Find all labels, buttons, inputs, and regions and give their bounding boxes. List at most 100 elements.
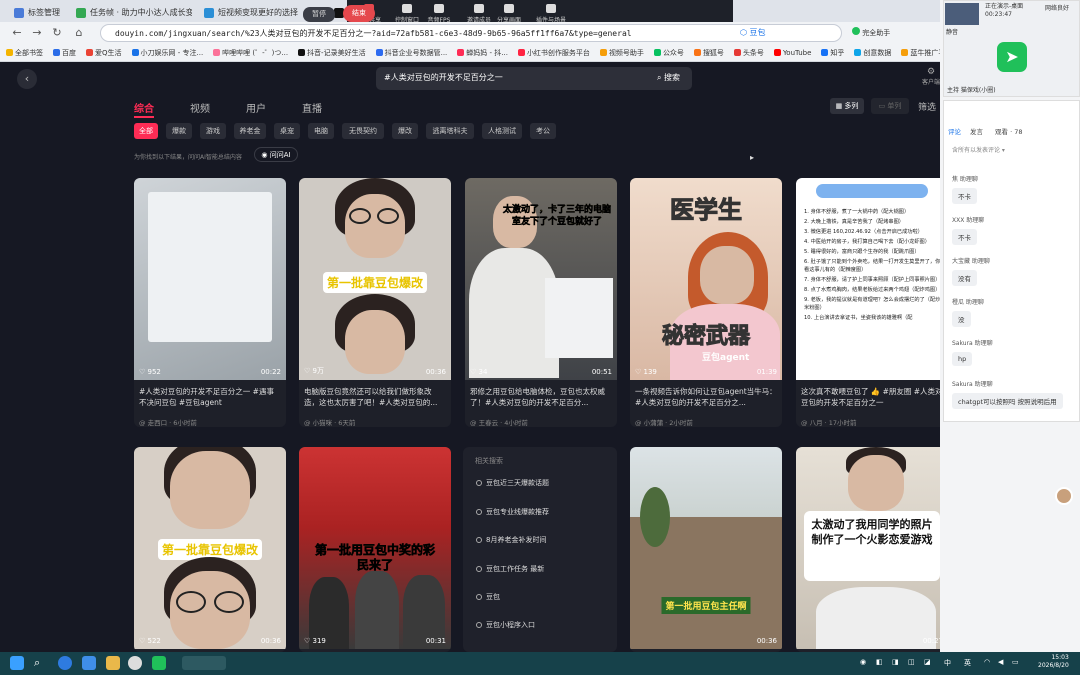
chip[interactable]: 爆改 — [392, 123, 418, 139]
chip[interactable]: 逃离塔科夫 — [426, 123, 474, 139]
filter-button[interactable]: 筛选 — [918, 100, 936, 113]
tab-live[interactable]: 直播 — [302, 100, 322, 115]
browser-tab[interactable]: 任务帧 · 助力中小达人成长变现 — [68, 3, 192, 22]
related-search-item[interactable]: 豆包 — [476, 592, 500, 602]
chat-filter[interactable]: 含所有以发表评论 ▾ — [952, 145, 1005, 154]
back-icon[interactable]: ‹ — [17, 69, 37, 89]
bookmark-item[interactable]: 搜狐号 — [693, 48, 724, 58]
search-button[interactable]: ⌕ 搜索 — [657, 72, 680, 83]
tray-icon[interactable]: ◨ — [892, 658, 899, 666]
video-card[interactable]: 第一批用豆包主任啊 00:36 — [630, 447, 782, 652]
tab-user[interactable]: 用户 — [246, 100, 266, 115]
chip-all[interactable]: 全部 — [134, 123, 158, 139]
related-search-item[interactable]: 豆包工作任务 最新 — [476, 564, 544, 574]
bookmark-item[interactable]: 视频号助手 — [599, 48, 644, 58]
search-icon[interactable]: ⌕ — [34, 656, 48, 670]
volume-icon[interactable]: ◀ — [998, 658, 1003, 666]
tab-viewers[interactable]: 观看 · 78 — [995, 126, 1022, 136]
bookmark-item[interactable]: 公众号 — [653, 48, 684, 58]
tray-icon[interactable]: ◉ — [860, 658, 866, 666]
app-icon[interactable] — [82, 656, 96, 670]
share-screen-button[interactable]: 分享画面 — [491, 4, 527, 24]
bookmark-item[interactable]: 蓝牛推广平台 — [901, 48, 940, 58]
bookmark-item[interactable]: 小刀娱乐网 - 专注... — [131, 48, 203, 58]
client-button[interactable]: ⚙ 客户端 — [922, 67, 940, 86]
bookmark-item[interactable]: 哔哩哔哩 (゜-゜)つ... — [213, 48, 288, 58]
tab-comprehensive[interactable]: 综合 — [134, 100, 154, 115]
video-card[interactable]: 第一批靠豆包爆改 ♡ 522 00:36 — [134, 447, 286, 652]
video-card[interactable]: 太激动了，卡了三年的电脑室友下了个豆包就好了 ♡ 34 00:51 邪修之用豆包… — [465, 178, 617, 427]
related-search-item[interactable]: 8月养老金补发时间 — [476, 535, 546, 545]
bookmark-item[interactable]: 全部书签 — [6, 48, 43, 58]
app-icon[interactable] — [128, 656, 142, 670]
single-column-button[interactable]: ▭ 单列 — [871, 98, 909, 114]
invite-icon — [474, 4, 484, 13]
reload-icon[interactable]: ↻ — [50, 26, 64, 40]
related-search-item[interactable]: 豆包专业线爆款推荐 — [476, 507, 549, 517]
active-tab-indicator — [134, 116, 154, 118]
tab-video[interactable]: 视频 — [190, 100, 210, 115]
chip[interactable]: 爆款 — [166, 123, 192, 139]
chip[interactable]: 游戏 — [200, 123, 226, 139]
video-thumbnail: 第一批用豆包主任啊 00:36 — [630, 447, 782, 649]
related-search-item[interactable]: 豆包小程序入口 — [476, 620, 535, 630]
bookmark-item[interactable]: 百度 — [53, 48, 76, 58]
bookmark-item[interactable]: 创意数据 — [854, 48, 891, 58]
chat-bubble — [816, 184, 928, 198]
profile-button[interactable]: 完全助手 — [852, 27, 890, 38]
related-search-item[interactable]: 豆包近三天爆款话题 — [476, 478, 549, 488]
control-window-button[interactable]: 控制窗口 — [389, 4, 425, 24]
tray-label[interactable]: 英 — [964, 658, 971, 668]
bookmark-item[interactable]: 抖音-记录美好生活 — [298, 48, 366, 58]
bookmark-item[interactable]: 知乎 — [821, 48, 844, 58]
plugins-button[interactable]: 插件与场景 — [533, 4, 569, 24]
browser-tab[interactable]: 标签管理 — [6, 3, 66, 22]
chip[interactable]: 桌宠 — [274, 123, 300, 139]
audio-fps-button[interactable]: 音频FPS — [421, 4, 457, 24]
video-card[interactable]: ♡ 952 00:22 #人类对豆包的开发不足百分之一 #遇事不决问豆包 #豆包… — [134, 178, 286, 427]
bookmark-item[interactable]: 爱Q生活 — [86, 48, 122, 58]
bookmark-item[interactable]: 抖音企业号数据管... — [375, 48, 447, 58]
back-arrow-icon[interactable]: ← — [10, 26, 24, 40]
chip[interactable]: 考公 — [530, 123, 556, 139]
bookmark-item[interactable]: 蝉妈妈 - 抖... — [457, 48, 508, 58]
running-app[interactable] — [182, 656, 226, 670]
bookmark-item[interactable]: 头条号 — [733, 48, 764, 58]
url-field[interactable]: douyin.com/jingxuan/search/%23人类对豆包的开发不足… — [100, 24, 842, 42]
floating-avatar[interactable] — [1055, 487, 1073, 505]
folder-icon[interactable] — [106, 656, 120, 670]
video-card[interactable]: 太激动了我用同学的照片制作了一个火影恋爱游戏 00:27 — [796, 447, 948, 652]
end-share-button[interactable]: 结束 — [343, 5, 375, 22]
multi-column-button[interactable]: ▦ 多列 — [830, 98, 864, 114]
tab-speak[interactable]: 发言 — [970, 126, 983, 136]
bookmark-label: 抖音-记录美好生活 — [307, 48, 366, 57]
chip[interactable]: 电脑 — [308, 123, 334, 139]
system-clock[interactable]: 15:03 2026/8/20 — [1038, 654, 1069, 670]
video-title: #人类对豆包的开发不足百分之一 #遇事不决问豆包 #豆包agent — [139, 387, 274, 407]
video-card[interactable]: 医学生 秘密武器 豆包agent ♡ 139 01:39 一条视频告诉你如何让豆… — [630, 178, 782, 427]
windows-start-icon[interactable] — [10, 656, 24, 670]
bookmark-item[interactable]: YouTube — [773, 49, 811, 57]
bookmark-item[interactable]: 小红书创作服务平台 — [517, 48, 590, 58]
wifi-icon[interactable]: ◠ — [984, 658, 990, 666]
chip[interactable]: 人格测试 — [482, 123, 522, 139]
doubao-extension[interactable]: ⬡ 豆包 — [740, 27, 766, 38]
chip[interactable]: 养老金 — [234, 123, 266, 139]
tray-icon[interactable]: ◧ — [876, 658, 883, 666]
home-icon[interactable]: ⌂ — [72, 26, 86, 40]
battery-icon[interactable]: ▭ — [1012, 658, 1019, 666]
browser-app-icon[interactable] — [58, 656, 72, 670]
video-card[interactable]: 第一批用豆包中奖的彩民来了 ♡ 319 00:31 — [299, 447, 451, 652]
tray-icon[interactable]: ◪ — [924, 658, 931, 666]
person — [355, 571, 399, 649]
ime-indicator[interactable]: 中 — [944, 658, 951, 668]
pause-button[interactable]: 暂停 — [303, 7, 335, 22]
tray-icon[interactable]: ◫ — [908, 658, 915, 666]
video-card[interactable]: 第一批靠豆包爆改 ♡ 9万 00:36 电脑版豆包竟然还可以给我们做形象改造，这… — [299, 178, 451, 427]
chip[interactable]: 无畏契约 — [342, 123, 384, 139]
video-card[interactable]: 1. 身体不舒服，煮了一大锅中药（配大锅图） 2. 大晚上撸铁，真是辛苦我了（配烤… — [796, 178, 948, 427]
forward-arrow-icon[interactable]: → — [30, 26, 44, 40]
tab-comments[interactable]: 评论 — [948, 126, 961, 136]
ask-ai-button[interactable]: ◉ 问问AI — [254, 147, 298, 162]
meeting-app-icon[interactable] — [152, 656, 166, 670]
